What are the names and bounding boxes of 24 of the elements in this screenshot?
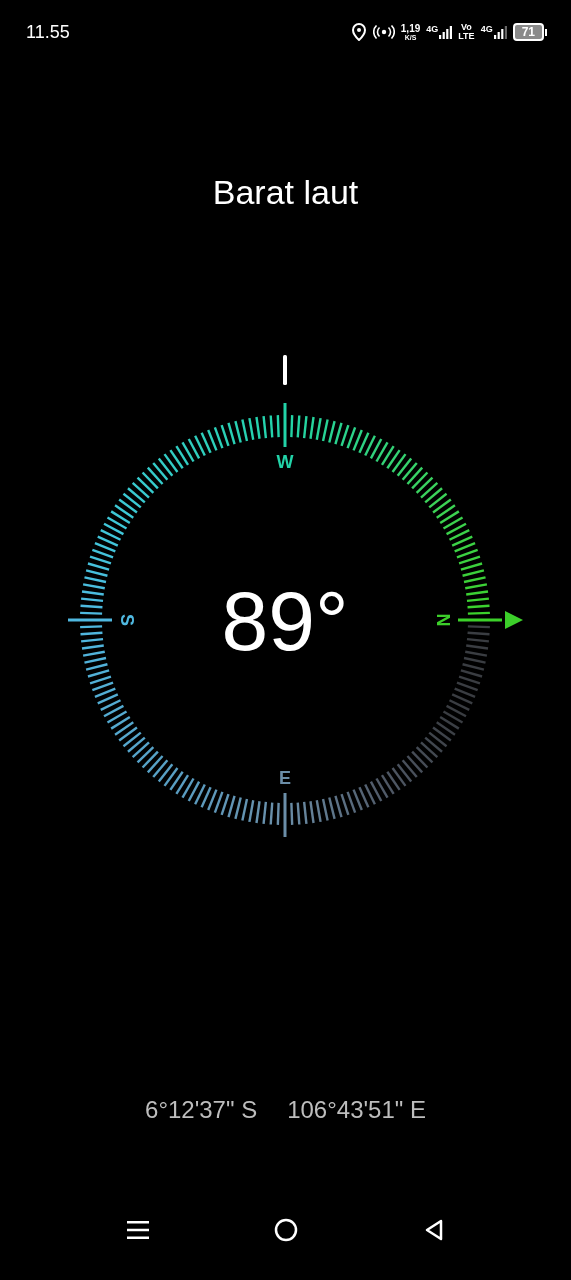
cardinal-label: E	[279, 768, 291, 788]
cardinal-label: W	[276, 452, 294, 472]
longitude: 106°43'51" E	[287, 1095, 426, 1125]
home-circle-icon	[273, 1218, 298, 1242]
north-arrow-icon	[505, 611, 523, 629]
menu-icon	[126, 1220, 149, 1240]
location-pin-icon	[350, 23, 367, 41]
hotspot-icon	[372, 25, 395, 39]
network-speed: 1,19	[400, 23, 421, 34]
cardinal-label: S	[117, 614, 137, 626]
heading-degrees: 89°	[221, 574, 349, 668]
network-type: 4G	[426, 25, 439, 34]
signal-icon	[492, 25, 507, 39]
latitude: 6°12'37" S	[145, 1095, 258, 1125]
heading-pointer-icon	[283, 355, 287, 385]
signal-icon	[438, 25, 453, 39]
cardinal-label: N	[433, 613, 453, 627]
lte-label: LTE	[458, 32, 475, 41]
battery-indicator: 71	[512, 23, 544, 41]
status-time: 11.55	[26, 20, 70, 44]
back-icon	[423, 1219, 444, 1241]
volte-label: Vo	[461, 23, 472, 32]
direction-title: Barat laut	[212, 172, 359, 213]
network-type: 4G	[480, 25, 493, 34]
